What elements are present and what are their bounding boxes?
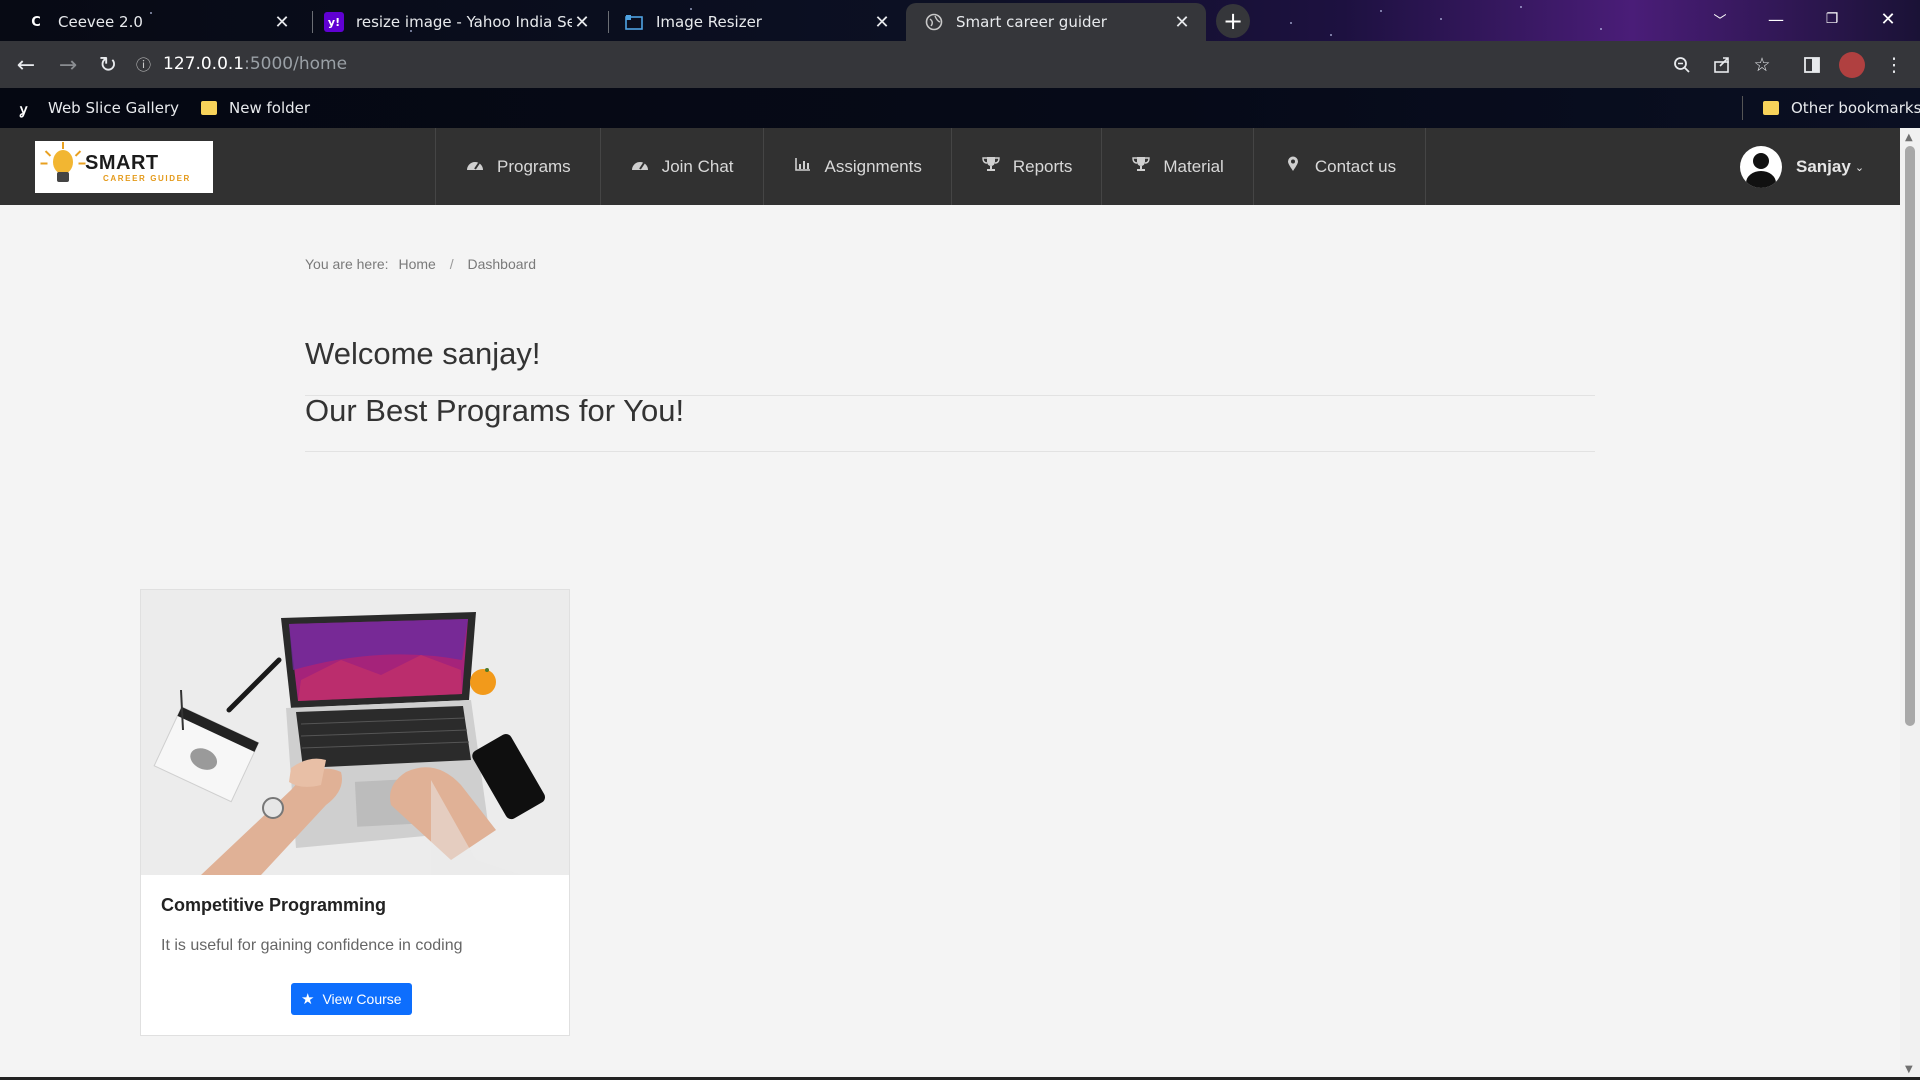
reload-icon[interactable]: ↻ [88, 45, 128, 85]
menu-label: Material [1163, 156, 1224, 176]
chevron-down-icon: ⌄ [1854, 161, 1865, 174]
page-viewport: SMART CAREER GUIDER Programs Join Chat A… [0, 128, 1900, 1080]
folder-icon [1763, 101, 1779, 115]
site-info-icon[interactable]: ⓘ [136, 54, 151, 75]
menu-label: Contact us [1314, 156, 1397, 176]
lightbulb-icon [40, 142, 86, 188]
tab-yahoo-search[interactable]: y! resize image - Yahoo India Search ✕ [306, 3, 606, 41]
side-panel-icon[interactable] [1798, 51, 1826, 79]
restore-icon[interactable]: ❐ [1804, 0, 1860, 38]
tab-title: resize image - Yahoo India Search [356, 13, 572, 31]
trophy-icon [1131, 156, 1151, 177]
bookmark-label: Other bookmarks [1791, 99, 1920, 117]
menu-label: Join Chat [661, 156, 734, 176]
browser-menu-icon[interactable]: ⋮ [1880, 51, 1908, 79]
window-close-icon[interactable]: ✕ [1860, 0, 1916, 38]
tab-title: Image Resizer [656, 13, 762, 31]
menu-label: Programs [497, 156, 571, 176]
bookmark-other-bookmarks[interactable]: Other bookmarks [1742, 96, 1920, 120]
bar-chart-icon [793, 157, 813, 176]
scroll-up-arrow-icon[interactable]: ▲ [1905, 132, 1913, 143]
site-logo[interactable]: SMART CAREER GUIDER [35, 141, 213, 193]
tab-ceevee[interactable]: C Ceevee 2.0 ✕ [8, 3, 306, 41]
menu-item-contact-us[interactable]: Contact us [1254, 128, 1427, 205]
tab-smart-career-guider[interactable]: Smart career guider ✕ [906, 3, 1206, 41]
site-navbar: SMART CAREER GUIDER Programs Join Chat A… [0, 128, 1900, 205]
menu-label: Assignments [824, 156, 922, 176]
bookmark-label: Web Slice Gallery [48, 99, 179, 117]
logo-text: SMART [85, 151, 159, 174]
menu-label: Reports [1012, 156, 1073, 176]
address-bar[interactable]: ⓘ 127.0.0.1:5000/home [136, 46, 1896, 82]
globe-icon [924, 12, 944, 32]
bookmarks-bar: ỿ Web Slice Gallery New folder Other boo… [0, 88, 1920, 128]
menu-item-material[interactable]: Material [1102, 128, 1254, 205]
scrollbar-thumb[interactable] [1905, 146, 1915, 726]
breadcrumb: You are here: Home / Dashboard [305, 256, 536, 272]
tab-title: Ceevee 2.0 [58, 13, 143, 31]
folder-icon [201, 101, 217, 115]
view-course-button[interactable]: ★ View Course [291, 983, 412, 1015]
share-icon[interactable] [1708, 51, 1736, 79]
zoom-icon[interactable] [1668, 51, 1696, 79]
bookmark-star-icon[interactable]: ☆ [1748, 51, 1776, 79]
divider [305, 451, 1595, 452]
view-course-label: View Course [322, 991, 402, 1007]
menu-item-reports[interactable]: Reports [952, 128, 1103, 205]
breadcrumb-current: Dashboard [467, 256, 536, 272]
new-tab-button[interactable]: + [1216, 4, 1250, 38]
browser-tabstrip: C Ceevee 2.0 ✕ y! resize image - Yahoo I… [0, 0, 1920, 41]
breadcrumb-separator: / [449, 256, 454, 272]
tab-title: Smart career guider [956, 13, 1107, 31]
dashboard-icon [630, 157, 650, 176]
avatar [1740, 146, 1782, 188]
tab-close-icon[interactable]: ✕ [272, 12, 292, 33]
user-menu[interactable]: Sanjay ⌄ [1740, 146, 1864, 188]
tab-close-icon[interactable]: ✕ [872, 12, 892, 33]
web-slice-icon: ỿ [20, 102, 28, 118]
course-description: It is useful for gaining confidence in c… [161, 937, 463, 954]
tab-search-chevron-icon[interactable]: ﹀ [1692, 0, 1748, 38]
trophy-icon [981, 156, 1001, 177]
scroll-down-arrow-icon[interactable]: ▼ [1905, 1064, 1913, 1075]
image-resizer-icon [624, 12, 644, 32]
url-path: :5000/home [244, 54, 348, 74]
user-name: Sanjay [1796, 157, 1851, 176]
page-scrollbar[interactable]: ▲ ▼ [1900, 128, 1920, 1080]
course-image [141, 590, 569, 875]
bookmark-label: New folder [229, 99, 311, 117]
tab-close-icon[interactable]: ✕ [1172, 12, 1192, 33]
tab-image-resizer[interactable]: Image Resizer ✕ [606, 3, 906, 41]
breadcrumb-prefix: You are here: [305, 256, 389, 272]
map-pin-icon [1283, 156, 1303, 177]
minimize-icon[interactable]: — [1748, 0, 1804, 38]
menu-item-join-chat[interactable]: Join Chat [601, 128, 764, 205]
bookmark-web-slice-gallery[interactable]: ỿ Web Slice Gallery [20, 99, 179, 118]
menu-item-programs[interactable]: Programs [436, 128, 601, 205]
dashboard-icon [465, 157, 485, 176]
back-arrow-icon[interactable]: ← [6, 45, 46, 85]
url-host: 127.0.0.1 [163, 54, 245, 74]
course-card: Competitive Programming It is useful for… [140, 589, 570, 1036]
star-icon: ★ [301, 991, 315, 1008]
ceevee-favicon-icon: C [31, 14, 41, 30]
profile-avatar-icon[interactable] [1838, 51, 1866, 79]
course-title: Competitive Programming [161, 895, 387, 915]
tab-close-icon[interactable]: ✕ [572, 12, 592, 33]
breadcrumb-home-link[interactable]: Home [398, 256, 435, 272]
logo-subtext: CAREER GUIDER [103, 173, 191, 183]
main-menu: Programs Join Chat Assignments Reports M… [435, 128, 1427, 205]
menu-item-assignments[interactable]: Assignments [764, 128, 952, 205]
welcome-heading: Welcome sanjay! [305, 336, 541, 371]
yahoo-favicon-icon: y! [324, 12, 344, 32]
bookmark-new-folder[interactable]: New folder [201, 99, 310, 117]
forward-arrow-icon[interactable]: → [48, 45, 88, 85]
programs-heading: Our Best Programs for You! [305, 393, 685, 428]
browser-toolbar: ← → ↻ ⓘ 127.0.0.1:5000/home ☆ ⋮ [0, 41, 1920, 88]
